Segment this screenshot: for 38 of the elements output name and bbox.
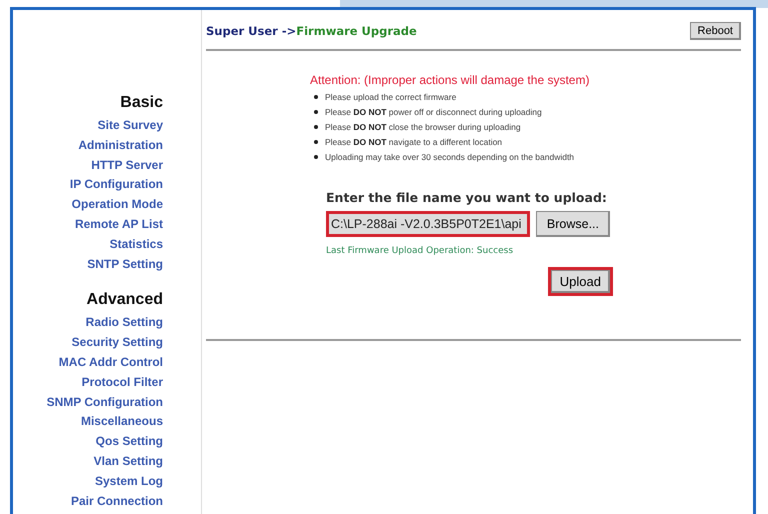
bullet-icon (314, 154, 318, 158)
reboot-button[interactable]: Reboot (690, 22, 741, 40)
bullet-icon (314, 110, 318, 114)
sidebar-link[interactable]: Protocol Filter (82, 372, 163, 393)
sidebar-link[interactable]: IP Configuration (70, 175, 163, 196)
sidebar-link[interactable]: HTTP Server (91, 156, 163, 176)
sidebar-link[interactable]: Operation Mode (72, 195, 163, 215)
sidebar-link[interactable]: System Log (94, 472, 163, 492)
upload-label: Enter the file name you want to upload: (326, 190, 608, 205)
file-path-field[interactable]: C:\LP-288ai -V2.0.3B5P0T2E1\api (326, 211, 530, 237)
attention-warning: Attention: (Improper actions will damage the system) (310, 73, 590, 87)
bullet-icon (314, 94, 318, 98)
sidebar-link[interactable]: Vlan Setting (94, 452, 163, 472)
upload-status: Last Firmware Upload Operation: Success (326, 246, 514, 256)
breadcrumb: Super User ->Firmware Upgrade (206, 24, 417, 38)
sidebar-link[interactable]: Security Setting (72, 333, 163, 353)
note-item: Please DO NOT power off or disconnect during uploading (325, 106, 542, 118)
browse-button[interactable]: Browse... (536, 211, 610, 237)
sidebar-link[interactable]: Pair Connection (70, 492, 163, 512)
sidebar-link[interactable]: Statistics (110, 234, 163, 255)
bullet-icon (314, 124, 318, 128)
note-item: Uploading may take over 30 seconds depending on the bandwidth (325, 150, 574, 162)
sidebar-link[interactable]: Radio Setting (86, 313, 163, 334)
sidebar-link[interactable]: MAC Addr Control (58, 352, 163, 373)
section-heading: Advanced (86, 291, 163, 310)
sidebar-link[interactable]: Remote AP List (74, 214, 163, 235)
note-item: Please upload the correct firmware (325, 90, 456, 102)
note-item: Please DO NOT navigate to a different location (325, 136, 502, 148)
sidebar-link[interactable]: SNTP Setting (87, 254, 163, 274)
sidebar-link[interactable]: Qos Setting (96, 432, 163, 452)
sidebar-link[interactable]: Miscellaneous (80, 412, 163, 432)
upload-button[interactable]: Upload (550, 270, 610, 293)
sidebar-link[interactable]: Administration (78, 136, 163, 156)
sidebar-link[interactable]: SNMP Configuration (46, 392, 163, 412)
sidebar-link[interactable]: Site Survey (98, 116, 163, 136)
section-heading: Basic (120, 94, 163, 112)
bullet-icon (314, 140, 318, 144)
note-item: Please DO NOT close the browser during uploading (325, 120, 521, 132)
